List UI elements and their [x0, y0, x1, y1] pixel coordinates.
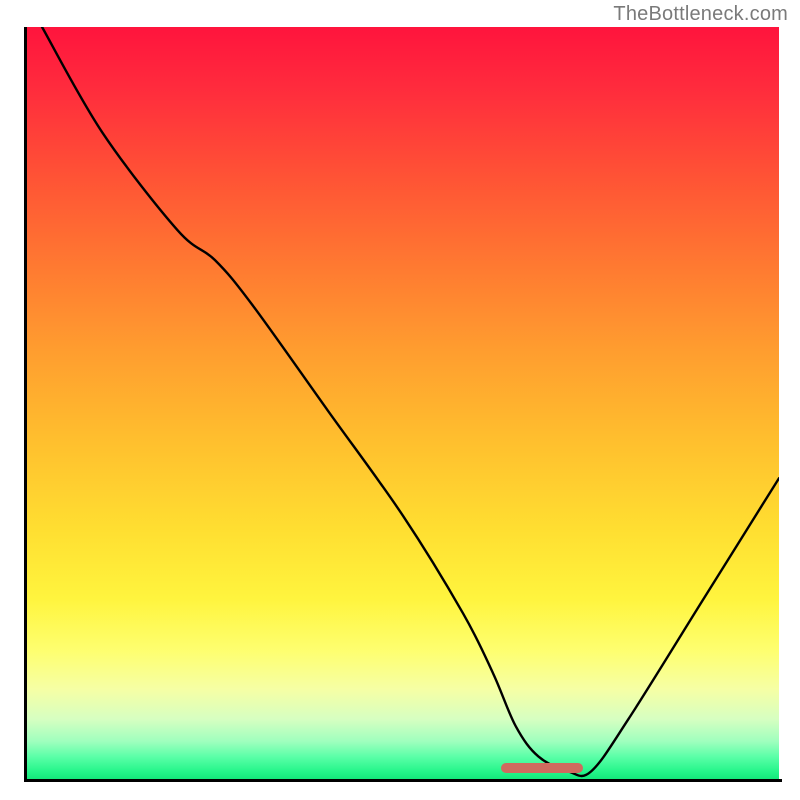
optimal-range-marker	[501, 763, 584, 773]
y-axis-line	[24, 27, 27, 782]
watermark-text: TheBottleneck.com	[613, 3, 788, 26]
chart-plot-area	[27, 27, 779, 779]
x-axis-line	[24, 779, 782, 782]
